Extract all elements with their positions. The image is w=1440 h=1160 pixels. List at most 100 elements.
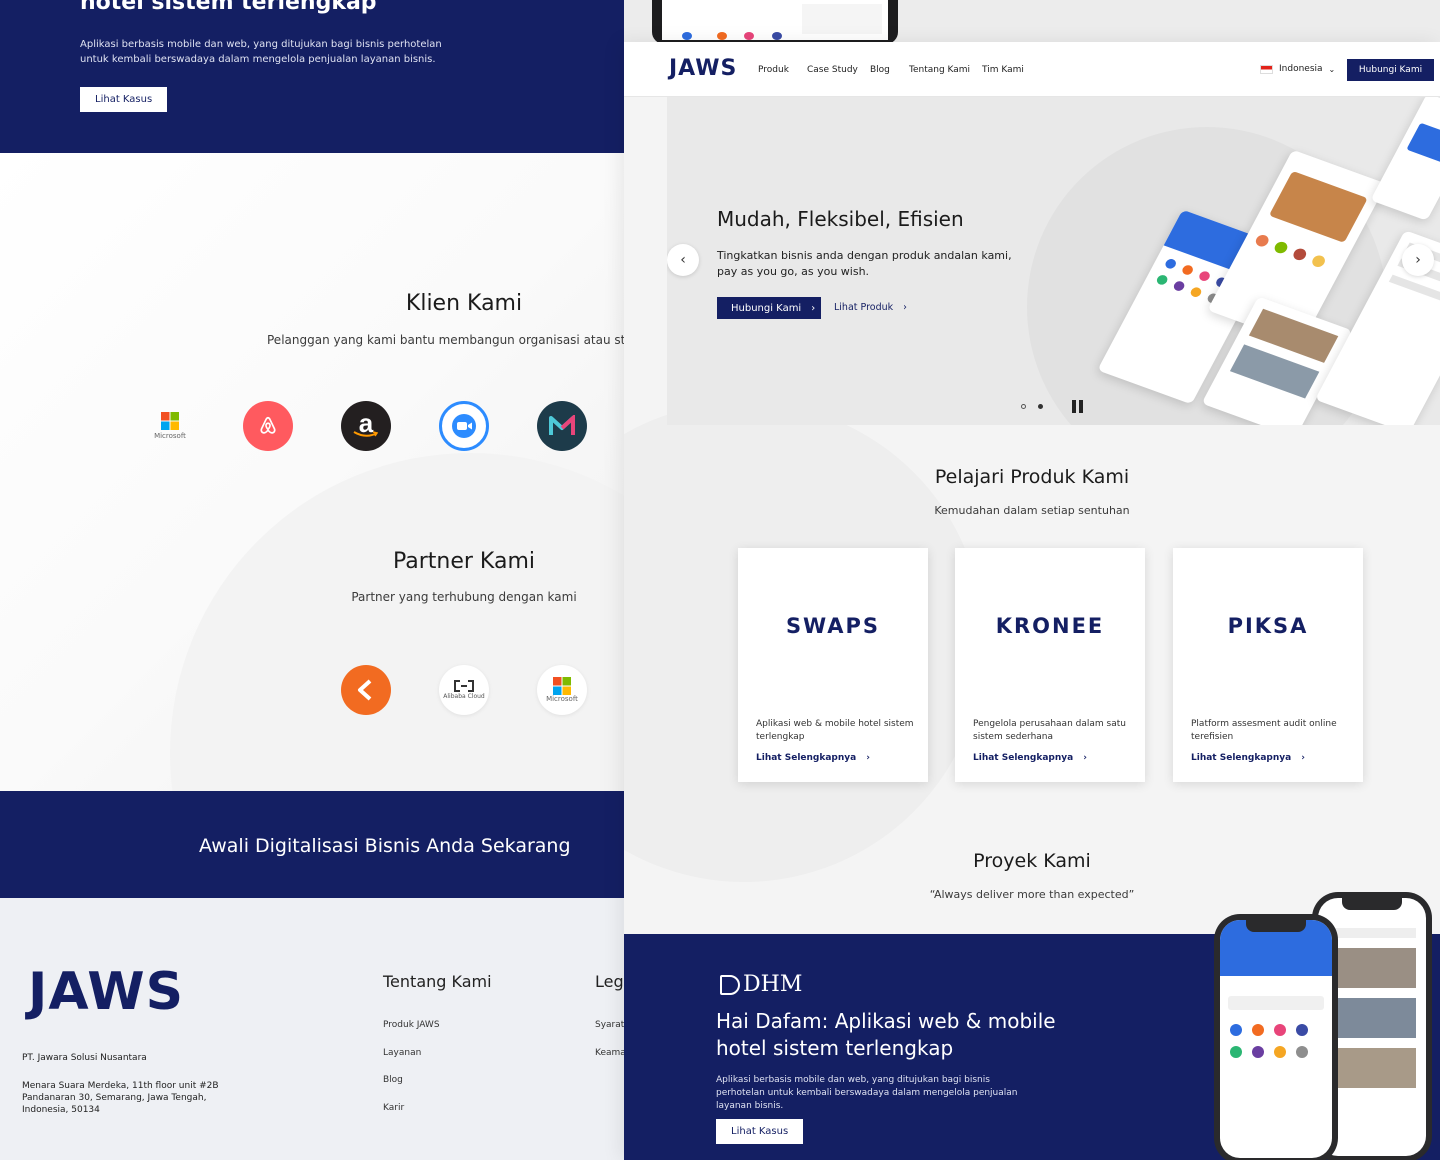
chevron-right-icon: › [811, 302, 816, 314]
cta-text: Awali Digitalisasi Bisnis Anda Sekarang [199, 835, 571, 857]
microsoft-label: Microsoft [154, 432, 186, 440]
chevron-right-icon: › [1301, 753, 1305, 763]
left-hero-section: hotel sistem terlengkap Aplikasi berbasi… [0, 0, 624, 153]
footer-link-blog[interactable]: Blog [383, 1075, 403, 1085]
footer-link-karir[interactable]: Karir [383, 1103, 404, 1113]
phone-front-screen [1220, 920, 1332, 1158]
language-label: Indonesia [1279, 64, 1323, 74]
indonesia-flag-icon [1260, 64, 1273, 74]
footer-jaws-logo[interactable]: JAWS [28, 962, 184, 1022]
nav-jaws-logo[interactable]: JAWS [669, 56, 737, 81]
produk-subtitle: Kemudahan dalam setiap sentuhan [934, 504, 1130, 517]
amazon-smile-icon [353, 431, 379, 437]
product-card-piksa[interactable]: PIKSA Platform assesment audit online te… [1173, 548, 1363, 782]
app-mockup-5 [1370, 97, 1440, 221]
lihat-selengkapnya-label: Lihat Selengkapnya [973, 753, 1074, 763]
nav-link-produk[interactable]: Produk [758, 65, 789, 75]
phone-mockup-front [1214, 914, 1338, 1160]
proyek-subtitle: “Always deliver more than expected” [929, 888, 1135, 901]
microsoft-partner-logo: Microsoft [537, 665, 587, 715]
right-page: JAWS Produk Case Study Blog Tentang Kami… [624, 42, 1440, 1160]
hero-hubungi-kami-button[interactable]: Hubungi Kami › [717, 297, 821, 319]
dhm-logo-text: DHM [743, 972, 803, 997]
footer-company-name: PT. Jawara Solusi Nusantara [22, 1053, 147, 1063]
nav-hubungi-kami-button[interactable]: Hubungi Kami [1347, 59, 1434, 81]
product-desc: Aplikasi web & mobile hotel sistem terle… [756, 719, 914, 742]
produk-title: Pelajari Produk Kami [934, 466, 1130, 488]
hero-desc: Tingkatkan bisnis anda dengan produk and… [717, 249, 1012, 278]
left-page: hotel sistem terlengkap Aplikasi berbasi… [0, 0, 624, 1160]
flutter-logo [341, 665, 391, 715]
dhm-title: Hai Dafam: Aplikasi web & mobile hotel s… [716, 1009, 1056, 1060]
alibaba-cloud-logo: Alibaba Cloud [439, 665, 489, 715]
lihat-selengkapnya-label: Lihat Selengkapnya [1191, 753, 1292, 763]
language-selector[interactable]: Indonesia ⌄ [1260, 64, 1335, 74]
alibaba-cloud-label: Alibaba Cloud [443, 693, 485, 700]
dhm-mark-icon [720, 974, 740, 995]
carousel-prev-button[interactable]: ‹ [667, 244, 699, 276]
footer: JAWS PT. Jawara Solusi Nusantara Menara … [0, 898, 624, 1160]
partner-title: Partner Kami [392, 549, 535, 574]
amazon-logo: a [341, 401, 391, 451]
hero-carousel: Mudah, Fleksibel, Efisien Tingkatkan bis… [667, 97, 1440, 425]
lihat-selengkapnya-label: Lihat Selengkapnya [756, 753, 857, 763]
product-desc: Pengelola perusahaan dalam satu sistem s… [973, 719, 1126, 742]
hero-cta-label: Hubungi Kami [731, 302, 802, 314]
carousel-next-button[interactable]: › [1402, 244, 1434, 276]
footer-legal-title: Leg [595, 972, 624, 991]
medium-m-icon [549, 415, 575, 435]
footer-tentang-title: Tentang Kami [383, 972, 492, 991]
bg-circle [170, 453, 624, 791]
product-card-kronee[interactable]: KRONEE Pengelola perusahaan dalam satu s… [955, 548, 1145, 782]
carousel-dot-2[interactable] [1038, 404, 1043, 409]
microsoft-partner-label: Microsoft [546, 695, 578, 703]
hero-title: Mudah, Fleksibel, Efisien [717, 207, 964, 231]
lihat-selengkapnya-link[interactable]: Lihat Selengkapnya › [1191, 753, 1305, 763]
carousel-dot-1[interactable] [1021, 404, 1026, 409]
chevron-down-icon: ⌄ [1328, 64, 1336, 74]
dhm-lihat-kasus-button[interactable]: Lihat Kasus [716, 1119, 804, 1144]
chevron-left-icon: ‹ [680, 252, 686, 268]
chevron-right-icon: › [903, 302, 907, 313]
medium-logo [537, 401, 587, 451]
nav-link-case-study[interactable]: Case Study [807, 65, 858, 75]
lihat-selengkapnya-link[interactable]: Lihat Selengkapnya › [973, 753, 1087, 763]
top-phone-mockup [652, 0, 898, 44]
top-phone-screen [662, 0, 888, 40]
zoom-icon [452, 414, 476, 438]
partner-subtitle: Partner yang terhubung dengan kami [351, 590, 577, 604]
microsoft-icon [553, 677, 571, 695]
zoom-logo [439, 401, 489, 451]
cta-banner: Awali Digitalisasi Bisnis Anda Sekarang [0, 791, 624, 898]
dhm-project-section: DHM Hai Dafam: Aplikasi web & mobile hot… [624, 892, 1440, 1160]
lihat-selengkapnya-link[interactable]: Lihat Selengkapnya › [756, 753, 870, 763]
nav-link-tim-kami[interactable]: Tim Kami [982, 65, 1024, 75]
footer-link-keamanan[interactable]: Keama [595, 1048, 624, 1058]
microsoft-icon [161, 412, 179, 430]
klien-title: Klien Kami [405, 291, 523, 316]
chevron-right-icon: › [866, 753, 870, 763]
airbnb-logo [243, 401, 293, 451]
pause-icon[interactable] [1072, 400, 1083, 413]
lihat-produk-label: Lihat Produk [834, 302, 894, 313]
product-card-swaps[interactable]: SWAPS Aplikasi web & mobile hotel sistem… [738, 548, 928, 782]
klien-subtitle: Pelanggan yang kami bantu membangun orga… [267, 333, 624, 347]
nav-link-blog[interactable]: Blog [870, 65, 890, 75]
piksa-logo: PIKSA [1227, 614, 1309, 638]
lihat-kasus-button[interactable]: Lihat Kasus [80, 87, 168, 112]
lihat-produk-link[interactable]: Lihat Produk › [834, 302, 907, 313]
footer-link-layanan[interactable]: Layanan [383, 1048, 421, 1058]
dhm-desc: Aplikasi berbasis mobile dan web, yang d… [716, 1075, 1018, 1111]
proyek-title: Proyek Kami [973, 850, 1091, 872]
footer-link-produk[interactable]: Produk JAWS [383, 1020, 440, 1030]
footer-address: Menara Suara Merdeka, 11th floor unit #2… [22, 1081, 219, 1115]
left-body: Klien Kami Pelanggan yang kami bantu mem… [0, 153, 624, 791]
footer-link-syarat[interactable]: Syarat [595, 1020, 624, 1030]
dhm-logo: DHM [720, 972, 802, 997]
flutter-icon [358, 679, 372, 701]
airbnb-icon [260, 416, 276, 434]
nav-link-tentang-kami[interactable]: Tentang Kami [909, 65, 970, 75]
microsoft-logo: Microsoft [145, 401, 195, 451]
chevron-right-icon: › [1415, 252, 1421, 268]
swaps-logo: SWAPS [785, 614, 881, 638]
